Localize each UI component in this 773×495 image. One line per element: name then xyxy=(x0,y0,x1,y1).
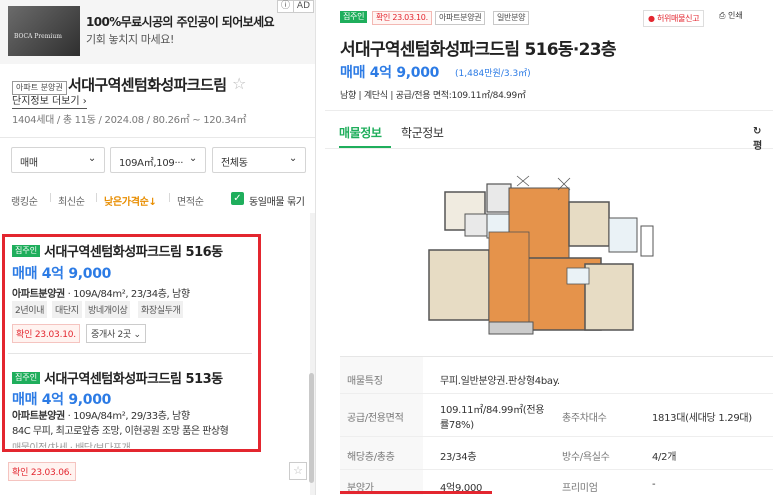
detail-price: 매매 4억 9,000 xyxy=(340,65,440,81)
report-button[interactable]: ● 허위매물신고 xyxy=(643,10,705,27)
favorite-star-icon[interactable]: ☆ xyxy=(232,74,246,93)
ad-thumbnail[interactable]: BOCA Premium xyxy=(8,6,80,56)
divider xyxy=(325,110,773,111)
same-listing-label[interactable]: 동일매물 묶기 xyxy=(249,193,305,208)
pyeong-toggle-button[interactable]: ↻ 평 xyxy=(753,126,773,152)
complex-type-tag: 아파트 분양권 xyxy=(12,81,67,95)
floor-value: 23/34층 xyxy=(440,452,477,463)
premium-label: 프리미엄 xyxy=(562,483,598,494)
owner-badge: 집주인 xyxy=(340,11,368,23)
trade-type-value: 매매 xyxy=(20,158,38,169)
table-row xyxy=(340,437,773,470)
detail-title: 서대구역센텀화성파크드림 516동·23층 xyxy=(340,40,616,60)
area-value: 109.11㎡/84.99㎡(전용률78%) xyxy=(440,405,545,431)
listing-panel: BOCA Premium 100%무료시공의 주인공이 되어보세요 기회 놓치지… xyxy=(0,0,316,495)
tab-listing-info[interactable]: 매물정보 xyxy=(339,124,382,141)
ad-title[interactable]: 100%무료시공의 주인공이 되어보세요 xyxy=(86,13,275,30)
same-listing-checkbox[interactable]: ✓ xyxy=(231,192,244,205)
ad-subtitle[interactable]: 기회 놓치지 마세요! xyxy=(86,31,174,47)
sort-low-price[interactable]: 낮은가격순↓ xyxy=(104,193,157,208)
parking-label: 총주차대수 xyxy=(562,413,607,424)
building-value: 전체동 xyxy=(221,158,248,169)
ad-badge: AD xyxy=(292,0,314,13)
rooms-value: 4/2개 xyxy=(652,452,677,463)
detail-price-per-area: (1,484만원/3.3㎡) xyxy=(455,69,531,79)
chevron-down-icon: ⌄ xyxy=(188,153,197,164)
chevron-down-icon: ⌄ xyxy=(288,153,297,164)
red-highlight-box xyxy=(2,234,261,452)
complex-name: 서대구역센텀화성파크드림 xyxy=(68,76,227,94)
confirm-date-badge: 확인 23.03.06. xyxy=(8,462,76,481)
feature-value: 무피.일반분양권.판상형4bay. xyxy=(440,376,560,387)
print-button[interactable]: ⎙ 인쇄 xyxy=(719,10,743,21)
premium-value: - xyxy=(652,479,656,490)
feature-label: 매물특징 xyxy=(347,372,383,387)
complex-summary: 1404세대 / 총 11동 / 2024.08 / 80.26㎡ ~ 120.… xyxy=(12,115,247,126)
sort-ranking[interactable]: 랭킹순 xyxy=(11,193,38,208)
sort-area[interactable]: 면적순 xyxy=(177,193,204,208)
chevron-down-icon: ⌄ xyxy=(87,153,96,164)
tab-school-info[interactable]: 학군정보 xyxy=(401,124,444,141)
tab-divider xyxy=(325,148,773,149)
sale-type-badge: 일반분양 xyxy=(493,11,530,25)
favorite-star-icon[interactable]: ☆ xyxy=(289,462,307,480)
divider xyxy=(0,137,315,138)
scrollbar[interactable] xyxy=(309,373,314,483)
print-icon: ⎙ xyxy=(719,11,726,20)
detail-summary: 남향 | 계단식 | 공급/전용 면적:109.11㎡/84.99㎡ xyxy=(340,91,526,101)
area-label: 공급/전용면적 xyxy=(347,409,404,424)
sort-separator: | xyxy=(95,193,99,203)
sort-separator: | xyxy=(49,193,53,203)
confirm-date-badge: 확인 23.03.10. xyxy=(372,11,432,25)
complex-info-link[interactable]: 단지정보 더보기 › xyxy=(12,96,87,109)
ad-info-icon[interactable]: ⓘ xyxy=(276,0,294,13)
detail-panel: 집주인 확인 23.03.10. 아파트분양권 일반분양 ● 허위매물신고 ⎙ … xyxy=(317,0,773,495)
floor-label: 해당층/총층 xyxy=(347,448,395,463)
building-select[interactable]: 전체동 ⌄ xyxy=(212,147,306,173)
sort-separator: | xyxy=(168,193,172,203)
sort-latest[interactable]: 최신순 xyxy=(58,193,85,208)
trade-type-select[interactable]: 매매 ⌄ xyxy=(11,147,105,173)
area-value: 109A㎡,109··· xyxy=(119,158,184,169)
parking-value: 1813대(세대당 1.29대) xyxy=(652,413,752,424)
type-badge: 아파트분양권 xyxy=(435,11,486,25)
ad-banner[interactable]: BOCA Premium 100%무료시공의 주인공이 되어보세요 기회 놓치지… xyxy=(0,0,315,64)
red-underline xyxy=(340,491,492,494)
floor-plan-image[interactable] xyxy=(417,172,657,342)
area-select[interactable]: 109A㎡,109··· ⌄ xyxy=(110,147,206,173)
alert-icon: ● xyxy=(648,14,655,23)
rooms-label: 방수/욕실수 xyxy=(562,452,610,463)
